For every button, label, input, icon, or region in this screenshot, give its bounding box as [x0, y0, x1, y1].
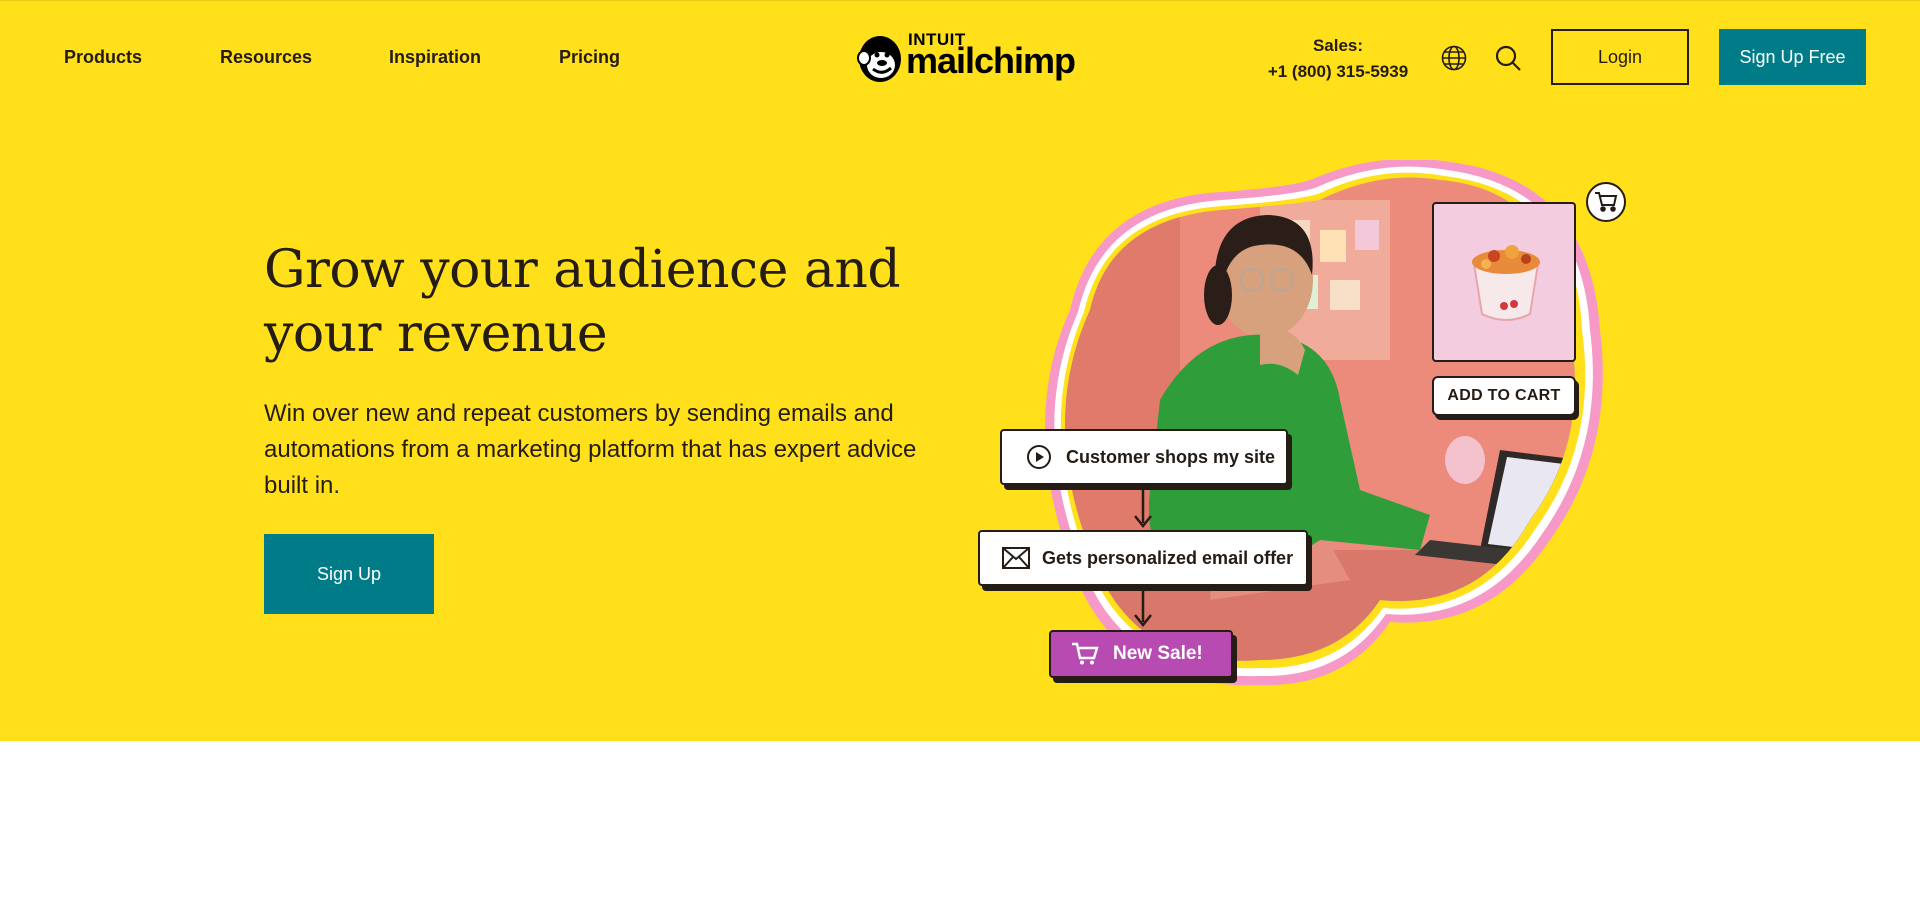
- cart-badge-icon: [1586, 182, 1626, 222]
- nav-pricing[interactable]: Pricing: [559, 47, 620, 68]
- sales-phone[interactable]: +1 (800) 315-5939: [1260, 59, 1416, 85]
- sales-contact: Sales: +1 (800) 315-5939: [1260, 33, 1416, 85]
- sales-label: Sales:: [1312, 36, 1364, 55]
- hero-illustration: ADD TO CART Customer shops my site Gets …: [960, 160, 1660, 700]
- site-header: Products Resources Inspiration Pricing I…: [0, 0, 1920, 112]
- sign-up-button[interactable]: Sign Up: [264, 534, 434, 614]
- flow-step-shop-label: Customer shops my site: [1066, 446, 1276, 467]
- flow-step-sale-label: New Sale!: [1113, 643, 1203, 664]
- mailchimp-wordmark: mailchimp: [906, 40, 1076, 81]
- search-icon[interactable]: [1494, 44, 1522, 72]
- hero-headline: Grow your audience and your revenue: [264, 240, 901, 364]
- mailchimp-logo[interactable]: INTUIT mailchimp: [856, 30, 1080, 86]
- play-icon: [1027, 445, 1051, 469]
- nav-resources[interactable]: Resources: [220, 47, 312, 68]
- product-card: [1432, 202, 1576, 362]
- hero-subtext: Win over new and repeat customers by sen…: [264, 400, 917, 499]
- nav-inspiration[interactable]: Inspiration: [389, 47, 481, 68]
- login-button[interactable]: Login: [1551, 29, 1689, 85]
- nav-products[interactable]: Products: [64, 47, 142, 68]
- flow-step-email-label: Gets personalized email offer: [1042, 547, 1294, 568]
- product-bowl-image: [1472, 245, 1540, 321]
- flow-step-shop: Customer shops my site: [1000, 429, 1288, 485]
- envelope-icon: [1002, 547, 1030, 569]
- freddie-icon: [857, 36, 901, 82]
- add-to-cart-button: ADD TO CART: [1432, 376, 1576, 416]
- globe-icon[interactable]: [1440, 44, 1468, 72]
- cart-icon: [1072, 642, 1099, 665]
- flow-step-email: Gets personalized email offer: [978, 530, 1308, 586]
- sign-up-free-button[interactable]: Sign Up Free: [1719, 29, 1866, 85]
- flow-step-sale: New Sale!: [1049, 630, 1233, 678]
